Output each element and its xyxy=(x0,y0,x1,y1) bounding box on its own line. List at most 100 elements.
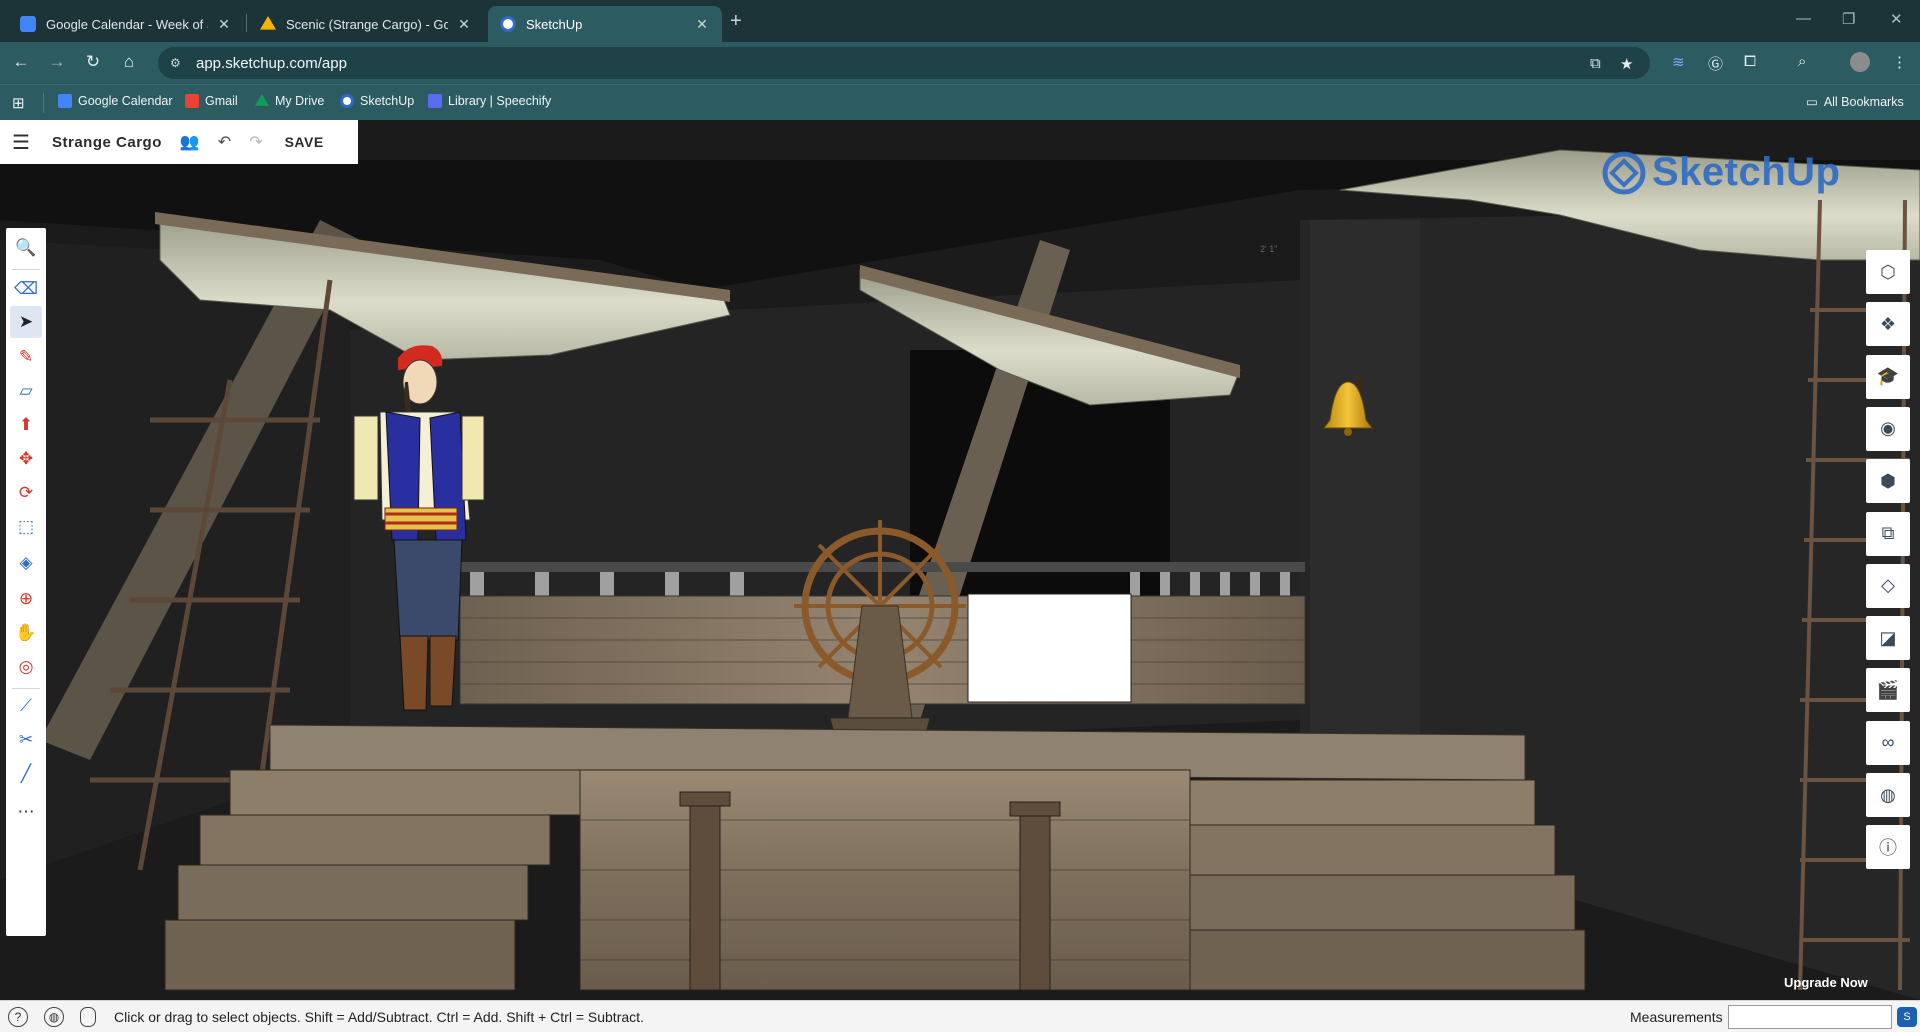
status-message: Click or drag to select objects. Shift =… xyxy=(114,1009,644,1025)
rectangle-tool[interactable]: ▱ xyxy=(10,375,42,407)
bookmark-label: Gmail xyxy=(205,94,238,108)
scale-icon: ⬚ xyxy=(17,517,35,536)
materials-panel[interactable]: ◉ xyxy=(1866,406,1910,451)
model-viewport[interactable]: 2' 1" xyxy=(0,120,1920,1000)
address-bar[interactable]: ⚙ app.sketchup.com/app ⧉ ★ xyxy=(158,47,1650,79)
extensions-puzzle-icon[interactable]: ⧠ xyxy=(1744,53,1756,70)
bookmark-label: SketchUp xyxy=(360,94,415,108)
help-icon[interactable]: ? xyxy=(8,1007,28,1027)
tape-measure-icon: ⟋ xyxy=(20,696,32,715)
close-tab-icon[interactable]: ✕ xyxy=(456,16,472,33)
upgrade-now-button[interactable]: Upgrade Now xyxy=(1784,975,1868,990)
materials-icon: ◉ xyxy=(1880,418,1896,439)
tab-google-calendar[interactable]: Google Calendar - Week of Sep ✕ xyxy=(8,6,244,42)
collaborators-icon[interactable]: 👥 xyxy=(180,132,200,152)
close-window-icon[interactable]: ✕ xyxy=(1890,10,1903,28)
bookmark-sketchup[interactable]: SketchUp xyxy=(340,94,414,108)
profile-avatar[interactable] xyxy=(1850,52,1870,72)
grammarly-extension-icon[interactable]: Ⓖ xyxy=(1708,53,1723,74)
project-title-bar: ☰ Strange Cargo 👥 ↶ ↷ SAVE xyxy=(0,120,358,164)
new-tab-button[interactable]: + xyxy=(730,10,742,33)
soften-edges-panel[interactable]: ◪ xyxy=(1866,616,1910,661)
bookmark-gmail[interactable]: Gmail xyxy=(185,94,238,108)
zoom-extents-tool[interactable]: ◎ xyxy=(10,651,42,683)
bookmark-my-drive[interactable]: My Drive xyxy=(255,94,324,108)
white-panel xyxy=(967,593,1132,703)
browser-toolbar: ← → ↻ ⌂ ⚙ app.sketchup.com/app ⧉ ★ ≋ Ⓖ ⧠… xyxy=(0,42,1920,84)
sketchup-logo-text: SketchUp xyxy=(1652,150,1841,194)
paint-bucket-tool[interactable]: ◈ xyxy=(10,547,42,579)
move-tool[interactable]: ✥ xyxy=(10,443,42,475)
apps-grid-icon[interactable]: ⊞ xyxy=(12,94,25,112)
close-tab-icon[interactable]: ✕ xyxy=(216,16,232,33)
scale-tool[interactable]: ⬚ xyxy=(10,511,42,543)
folder-icon: ▭ xyxy=(1806,95,1818,109)
bookmark-google-calendar[interactable]: Google Calendar xyxy=(58,94,173,108)
push-pull-tool[interactable]: ⬆ xyxy=(10,409,42,441)
all-bookmarks-button[interactable]: ▭ All Bookmarks xyxy=(1806,94,1904,110)
undo-icon[interactable]: ↶ xyxy=(218,132,231,152)
rotate-tool[interactable]: ⟳ xyxy=(10,477,42,509)
outliner-icon: ⧉ xyxy=(1881,523,1895,543)
drive-bookmark-icon xyxy=(255,94,269,106)
search-tool[interactable]: 🔍 xyxy=(10,232,42,264)
forward-arrow-icon[interactable]: → xyxy=(46,52,68,72)
home-icon[interactable]: ⌂ xyxy=(118,52,140,72)
hamburger-menu-icon[interactable]: ☰ xyxy=(12,130,32,155)
pencil-tool[interactable]: ✎ xyxy=(10,341,42,373)
styles-panel[interactable]: ⬢ xyxy=(1866,459,1910,504)
tab-search-icon[interactable]: ⌕ xyxy=(1798,53,1806,70)
url-text: app.sketchup.com/app xyxy=(196,54,347,72)
eraser-tool[interactable]: ⌫ xyxy=(10,273,42,305)
orbit-tool[interactable]: ⊕ xyxy=(10,583,42,615)
redo-icon[interactable]: ↷ xyxy=(249,132,262,152)
bookmark-speechify[interactable]: Library | Speechify xyxy=(428,94,551,108)
tab-sketchup[interactable]: SketchUp ✕ xyxy=(488,6,722,42)
close-tab-icon[interactable]: ✕ xyxy=(694,16,710,33)
sketchup-bookmark-icon xyxy=(340,94,354,108)
restore-icon[interactable]: ❐ xyxy=(1842,10,1855,28)
glasses-icon: ∞ xyxy=(1881,732,1895,753)
mouse-icon[interactable] xyxy=(80,1007,96,1027)
ellipsis-icon: ⋯ xyxy=(17,802,35,821)
bookmark-star-icon[interactable]: ★ xyxy=(1620,55,1633,73)
magnifier-icon: 🔍 xyxy=(15,238,37,257)
instructor-panel[interactable]: 🎓 xyxy=(1866,354,1910,399)
measurements-input[interactable] xyxy=(1728,1005,1892,1029)
orbit-icon: ⊕ xyxy=(18,589,34,608)
save-button[interactable]: SAVE xyxy=(285,134,324,150)
speechify-bookmark-icon xyxy=(428,94,442,108)
model-info-panel[interactable]: ⓘ xyxy=(1866,825,1910,870)
components-icon: ❖ xyxy=(1879,313,1897,334)
more-tools[interactable]: ⋯ xyxy=(10,796,42,828)
eyedropper-tool[interactable]: ╱ xyxy=(10,758,42,790)
sketchup-status-icon[interactable]: S xyxy=(1897,1007,1917,1027)
pan-tool[interactable]: ✋ xyxy=(10,617,42,649)
measurements-label: Measurements xyxy=(1630,1009,1723,1025)
eyedropper-icon: ╱ xyxy=(20,764,32,783)
back-arrow-icon[interactable]: ← xyxy=(10,52,32,72)
install-app-icon[interactable]: ⧉ xyxy=(1590,55,1601,72)
speechify-extension-icon[interactable]: ≋ xyxy=(1672,53,1685,71)
reload-icon[interactable]: ↻ xyxy=(82,52,104,72)
select-tool[interactable]: ➤ xyxy=(10,306,42,338)
components-panel[interactable]: ❖ xyxy=(1866,302,1910,347)
tab-title: Google Calendar - Week of Sep xyxy=(46,16,208,32)
scenes-panel[interactable]: 🎬 xyxy=(1866,668,1910,713)
cube-outline-icon: ⬡ xyxy=(1880,261,1896,282)
minimize-icon[interactable]: — xyxy=(1796,10,1811,27)
browser-menu-icon[interactable]: ⋮ xyxy=(1892,53,1907,71)
tab-scenic-doc[interactable]: Scenic (Strange Cargo) - Googl ✕ xyxy=(248,6,484,42)
globe-language-icon[interactable]: ◍ xyxy=(44,1007,64,1027)
outliner-panel[interactable]: ⧉ xyxy=(1866,511,1910,556)
push-pull-icon: ⬆ xyxy=(18,415,34,434)
entity-info-panel[interactable]: ⬡ xyxy=(1866,250,1910,294)
tape-measure-tool[interactable]: ⟋ xyxy=(10,690,42,722)
tags-panel[interactable]: ◇ xyxy=(1866,563,1910,608)
display-panel[interactable]: ∞ xyxy=(1866,720,1910,765)
graduation-cap-icon: 🎓 xyxy=(1876,366,1900,387)
project-name[interactable]: Strange Cargo xyxy=(52,134,162,151)
section-plane-tool[interactable]: ✂ xyxy=(10,724,42,756)
site-info-icon[interactable]: ⚙ xyxy=(170,56,184,70)
shadows-panel[interactable]: ◍ xyxy=(1866,773,1910,817)
